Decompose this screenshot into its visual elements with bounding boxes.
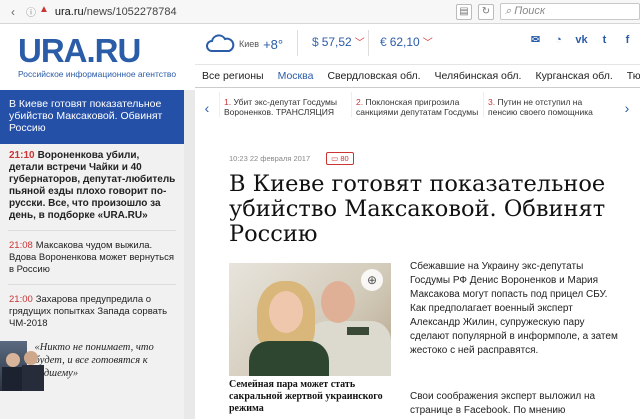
comments-count: 80 (340, 154, 349, 163)
reload-icon[interactable]: ↻ (478, 3, 494, 20)
url-field[interactable]: ura.ru/news/1052278784 (55, 6, 177, 18)
currency-usd[interactable]: $ 57,52 ﹀ (312, 34, 365, 50)
article-body: Свои соображения эксперт выложил на стра… (410, 390, 622, 418)
list-item[interactable]: 21:10 Вороненкова убили, детали встречи Ч… (0, 144, 184, 227)
related-num: 1. (224, 97, 232, 107)
reader-icon[interactable]: ▤ (456, 3, 472, 20)
warning-icon: ▲ (39, 4, 49, 15)
comments-badge[interactable]: ▭ 80 (326, 152, 354, 165)
weather-city: Киев (239, 39, 260, 49)
quote-text: «Никто не понимает, что будет, и все гот… (34, 342, 154, 379)
currency-eur[interactable]: € 62,10 ﹀ (380, 34, 433, 50)
news-time: 21:10 (9, 150, 35, 161)
news-sidebar: В Киеве готовят показательное убийство М… (0, 90, 184, 419)
tab-chelyabinsk[interactable]: Челябинская обл. (428, 65, 529, 87)
related-text: Убит экс-депутат Госдумы Вороненков. ТРА… (224, 97, 337, 117)
news-text: Максакова чудом выжила. Вдова Вороненков… (9, 240, 175, 275)
related-text: Путин не отступил на пенсию своего помощ… (488, 97, 593, 117)
news-time: 21:08 (9, 240, 33, 251)
related-item[interactable]: 3. Путин не отступил на пенсию своего по… (483, 92, 615, 117)
browser-search-input[interactable]: ⌕ Поиск (500, 3, 640, 20)
photo-caption: Семейная пара может стать сакральной жер… (229, 379, 383, 414)
tab-kurgan[interactable]: Курганская обл. (528, 65, 619, 87)
euro-icon: € (380, 34, 387, 49)
browser-toolbar-right: ▤ ↻ ⌕ Поиск (456, 3, 640, 20)
tab-sverdlovsk[interactable]: Свердловская обл. (320, 65, 427, 87)
quote-photo (0, 341, 44, 391)
article-body-text: Свои соображения эксперт выложил на стра… (410, 391, 596, 416)
weather-temp: +8° (263, 36, 284, 52)
news-time: 21:00 (9, 294, 33, 305)
currency-eur-value: 62,10 (389, 34, 420, 49)
url-domain: ura.ru (54, 5, 84, 18)
page-title: В Киеве готовят показательное убийство М… (229, 171, 606, 247)
divider (8, 230, 176, 231)
tab-all-regions[interactable]: Все регионы (195, 65, 271, 87)
zoom-icon[interactable]: ⊕ (361, 269, 383, 291)
related-item[interactable]: 2. Поклонская пригрозила санкциями депут… (351, 92, 483, 117)
article-meta: 10:23 22 февраля 2017 ▭ 80 (229, 152, 354, 165)
twitter-icon[interactable]: t (597, 33, 612, 48)
social-links: ✉ ◔ vk t f (528, 33, 635, 48)
mail-icon[interactable]: ✉ (528, 33, 543, 48)
divider (368, 30, 369, 56)
vk-icon[interactable]: vk (574, 33, 589, 48)
sidebar-lead-item[interactable]: В Киеве готовят показательное убийство М… (0, 90, 184, 144)
dollar-icon: $ (312, 34, 319, 49)
weather-widget[interactable]: Киев +8° (205, 30, 283, 58)
rss-icon[interactable]: ◔ (551, 33, 566, 48)
chevron-down-icon: ﹀ (422, 38, 433, 49)
related-num: 3. (488, 97, 496, 107)
related-item[interactable]: 1. Убит экс-депутат Госдумы Вороненков. … (219, 92, 351, 117)
related-num: 2. (356, 97, 364, 107)
divider (8, 284, 176, 285)
cloud-icon (206, 34, 235, 52)
browser-address-bar: ‹ ⓘ ▲ ura.ru/news/1052278784 ▤ ↻ ⌕ Поиск (0, 0, 640, 24)
tab-moscow[interactable]: Москва (271, 65, 321, 87)
region-tabs: Все регионы Москва Свердловская обл. Чел… (195, 64, 640, 88)
url-path: /news/1052278784 (83, 5, 177, 18)
chevron-left-icon[interactable]: ‹ (195, 92, 219, 116)
list-item[interactable]: 21:08 Максакова чудом выжила. Вдова Ворон… (0, 234, 184, 281)
divider (297, 30, 298, 56)
site-logo[interactable]: URA.RU Российское информационное агентст… (18, 32, 177, 80)
logo-title: URA.RU (18, 32, 141, 69)
article-lead: Сбежавшие на Украину экс-депутаты Госдум… (410, 261, 618, 356)
chevron-right-icon[interactable]: › (615, 92, 639, 116)
chevron-down-icon: ﹀ (354, 38, 365, 49)
currency-usd-value: 57,52 (321, 34, 352, 49)
article-date: 10:23 22 февраля 2017 (229, 154, 311, 163)
article-photo[interactable]: ⊕ (229, 263, 391, 376)
back-icon[interactable]: ‹ (6, 5, 20, 19)
related-text: Поклонская пригрозила санкциями депутата… (356, 97, 479, 117)
tab-tyumen[interactable]: Тюменская (620, 65, 640, 87)
info-icon[interactable]: ⓘ (26, 4, 36, 19)
facebook-icon[interactable]: f (620, 33, 635, 48)
list-item[interactable]: 21:00 Захарова предупредила о грядущих по… (0, 288, 184, 335)
sidebar-quote[interactable]: «Никто не понимает, что будет, и все гот… (0, 335, 184, 391)
related-links: ‹ 1. Убит экс-депутат Госдумы Вороненков… (195, 92, 640, 136)
url-security-icons: ⓘ ▲ (26, 4, 49, 19)
logo-subtitle: Российское информационное агентство (18, 69, 177, 79)
browser-search-placeholder: Поиск (514, 5, 546, 17)
sidebar-scrollbar[interactable] (184, 90, 195, 419)
